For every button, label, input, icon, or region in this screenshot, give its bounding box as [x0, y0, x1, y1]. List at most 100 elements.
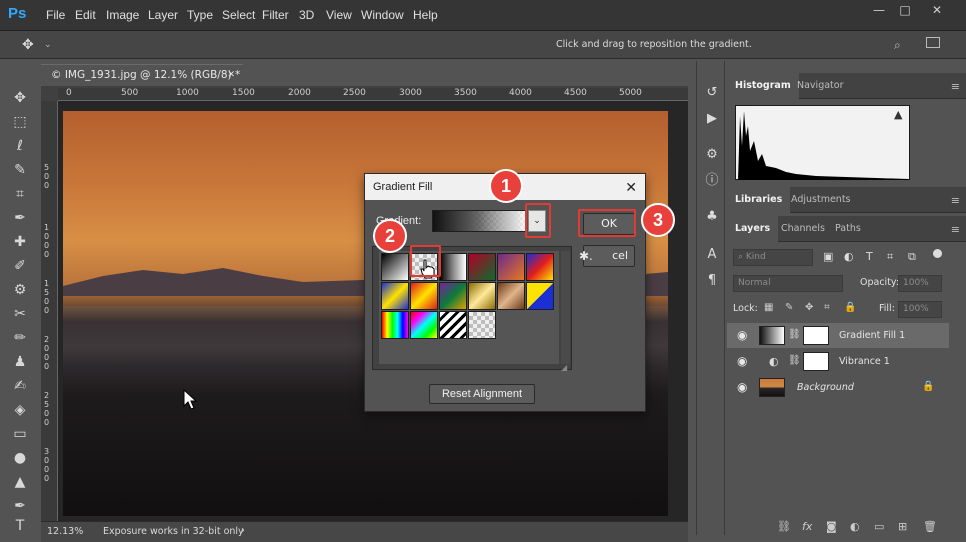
gradient-swatch[interactable] — [497, 253, 525, 281]
zoom-level[interactable]: 12.13% — [47, 526, 83, 537]
lock-pixels-icon[interactable]: ✎ — [785, 302, 793, 313]
layer-name[interactable]: Gradient Fill 1 — [839, 330, 905, 341]
gradient-swatch[interactable] — [439, 311, 467, 339]
filter-adjust-icon[interactable]: ◐ — [844, 250, 854, 263]
gradient-swatch[interactable] — [439, 253, 467, 281]
new-layer-icon[interactable]: ⊞ — [898, 520, 907, 533]
fill-input[interactable]: 100% — [898, 301, 942, 318]
blend-mode-select[interactable]: Normal — [733, 275, 843, 292]
quick-select-icon[interactable]: ✎ — [8, 159, 32, 181]
layer-mask-thumbnail[interactable] — [803, 326, 829, 345]
tab-paths[interactable]: Paths — [827, 216, 869, 242]
eraser-icon[interactable]: ✏ — [8, 327, 32, 349]
gradient-swatch[interactable] — [468, 311, 496, 339]
close-tab-icon[interactable]: ✕ — [227, 65, 235, 86]
healing-icon[interactable]: ✚ — [8, 231, 32, 253]
gradient-preview[interactable] — [432, 210, 527, 232]
lock-all-icon[interactable]: 🔒 — [844, 302, 856, 313]
menu-view[interactable]: View — [326, 8, 352, 22]
visibility-eye-icon[interactable]: ◉ — [737, 354, 749, 368]
gradient-swatch[interactable] — [468, 253, 496, 281]
history-brush-icon[interactable]: ✂ — [8, 303, 32, 325]
layer-row[interactable]: ◉ Background 🔒 — [727, 375, 949, 400]
clone-source-icon[interactable]: ♣ — [702, 207, 722, 227]
panel-menu-icon[interactable]: ≡ — [951, 80, 960, 93]
gradient-swatch[interactable] — [497, 282, 525, 310]
actions-play-icon[interactable]: ▶ — [702, 109, 722, 129]
filter-shape-icon[interactable]: ⌗ — [887, 250, 893, 264]
layer-name[interactable]: Background — [797, 382, 854, 393]
gradient-swatch[interactable] — [439, 282, 467, 310]
menu-window[interactable]: Window — [361, 8, 404, 22]
eraser-tool-icon[interactable]: ◈ — [8, 399, 32, 421]
tab-histogram[interactable]: Histogram — [727, 73, 799, 99]
tab-navigator[interactable]: Navigator — [789, 73, 851, 99]
workspace-icon[interactable] — [926, 37, 940, 48]
crop-icon[interactable]: ⌗ — [8, 183, 32, 205]
new-adjustment-icon[interactable]: ◐ — [850, 520, 860, 533]
lock-transparency-icon[interactable]: ▦ — [764, 302, 773, 313]
menu-select[interactable]: Select — [222, 8, 255, 22]
menu-type[interactable]: Type — [187, 8, 213, 22]
menu-edit[interactable]: Edit — [75, 8, 96, 22]
minimize-button[interactable]: — — [866, 2, 892, 18]
gradient-swatch[interactable] — [381, 311, 409, 339]
lasso-icon[interactable]: ℓ — [8, 135, 32, 157]
tab-layers[interactable]: Layers — [727, 216, 779, 242]
menu-3d[interactable]: 3D — [299, 8, 314, 22]
new-group-icon[interactable]: ▭ — [874, 520, 884, 533]
filter-toggle-icon[interactable] — [933, 249, 942, 258]
move-tool-preset-icon[interactable]: ✥ — [22, 37, 34, 53]
marquee-icon[interactable]: ⬚ — [8, 111, 32, 133]
paragraph-icon[interactable]: ¶ — [702, 271, 722, 291]
resize-grip-icon[interactable]: ◢ — [561, 363, 567, 372]
close-window-button[interactable]: ✕ — [924, 2, 950, 18]
add-mask-icon[interactable]: ◙ — [826, 520, 837, 533]
gradient-swatch[interactable] — [410, 282, 438, 310]
info-icon[interactable]: ⓘ — [702, 171, 722, 191]
stamp-icon[interactable]: ♟ — [8, 351, 32, 373]
link-layers-icon[interactable]: ⛓ — [777, 520, 791, 533]
lock-position-icon[interactable]: ✥ — [805, 302, 813, 313]
panel-menu-icon[interactable]: ≡ — [951, 194, 960, 207]
layer-row[interactable]: ◉ ⛓ Gradient Fill 1 — [727, 323, 949, 348]
gradient-swatch[interactable] — [381, 282, 409, 310]
panel-menu-icon[interactable]: ≡ — [951, 223, 960, 236]
tab-channels[interactable]: Channels — [773, 216, 833, 242]
gradient-swatch[interactable] — [468, 282, 496, 310]
move-icon[interactable]: ✥ — [8, 87, 32, 109]
filter-type-icon[interactable]: T — [866, 250, 873, 263]
reset-alignment-button[interactable]: Reset Alignment — [429, 384, 535, 404]
gradient-swatch[interactable] — [526, 282, 554, 310]
character-icon[interactable]: A — [702, 245, 722, 265]
menu-help[interactable]: Help — [413, 8, 438, 22]
tab-adjustments[interactable]: Adjustments — [783, 187, 859, 213]
filter-smart-icon[interactable]: ⧉ — [908, 250, 916, 264]
menu-file[interactable]: File — [46, 8, 65, 22]
history-icon[interactable]: ↺ — [702, 83, 722, 103]
trash-icon[interactable]: 🗑 — [923, 520, 937, 533]
fx-icon[interactable]: fx — [802, 520, 812, 533]
filter-image-icon[interactable]: ▣ — [823, 250, 833, 263]
pen-icon[interactable]: ✒ — [8, 495, 32, 517]
chevron-down-icon[interactable]: ⌄ — [44, 40, 52, 50]
type-icon[interactable]: T — [8, 515, 32, 537]
document-tab[interactable]: © IMG_1931.jpg @ 12.1% (RGB/8) * ✕ — [41, 64, 243, 86]
opacity-input[interactable]: 100% — [898, 275, 942, 292]
tab-libraries[interactable]: Libraries — [727, 187, 791, 213]
visibility-eye-icon[interactable]: ◉ — [737, 380, 749, 394]
picker-scrollbar[interactable] — [561, 251, 570, 364]
layer-row[interactable]: ◉ ◐ ⛓ Vibrance 1 — [727, 349, 949, 374]
gradient-swatch[interactable] — [381, 253, 409, 281]
lock-artboard-icon[interactable]: ⌗ — [824, 302, 830, 313]
art-brush-icon[interactable]: ✍ — [8, 375, 32, 397]
status-menu-arrow[interactable]: › — [241, 525, 245, 536]
visibility-eye-icon[interactable]: ◉ — [737, 328, 749, 342]
warning-icon[interactable]: ▲ — [894, 108, 902, 121]
dodge-icon[interactable]: ▲ — [8, 471, 32, 493]
properties-icon[interactable]: ⚙ — [702, 145, 722, 165]
maximize-button[interactable]: □ — [892, 2, 918, 18]
gear-icon[interactable]: ✱. — [579, 249, 593, 263]
eyedropper-icon[interactable]: ✒ — [8, 207, 32, 229]
clone-stamp-icon[interactable]: ⚙ — [8, 279, 32, 301]
